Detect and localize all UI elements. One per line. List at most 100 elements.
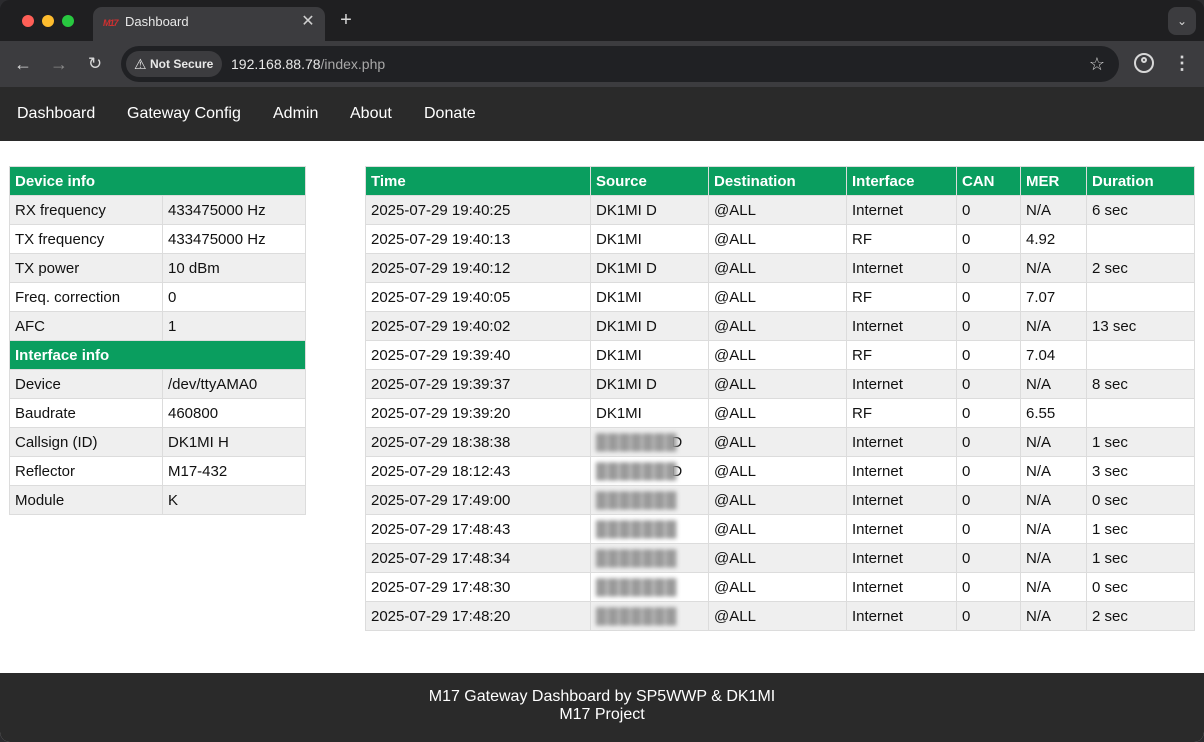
info-table: Device info RX frequency 433475000 Hz TX … [9, 166, 306, 515]
log-source: DK1MI [590, 398, 709, 428]
log-source: DK1MI [590, 224, 709, 254]
log-time: 2025-07-29 19:40:12 [365, 253, 591, 283]
log-destination: @ALL [708, 311, 847, 341]
minimize-window-button[interactable] [42, 15, 54, 27]
info-label: Device [9, 369, 163, 399]
table-row: 2025-07-29 18:12:43 ███████D @ALL Internet 0… [365, 456, 1195, 486]
log-time: 2025-07-29 19:39:40 [365, 340, 591, 370]
more-menu-icon[interactable]: ⋮ [1172, 52, 1192, 74]
log-time: 2025-07-29 18:38:38 [365, 427, 591, 457]
tab-dashboard[interactable]: M17 Dashboard ✕ [93, 7, 325, 41]
m17-favicon-icon: M17 [103, 18, 119, 28]
log-interface: Internet [846, 369, 957, 399]
log-body: 2025-07-29 19:40:25 DK1MI D @ALL Internet 0 N… [365, 195, 1195, 631]
table-row: 2025-07-29 19:40:25 DK1MI D @ALL Internet 0 N… [365, 195, 1195, 225]
close-tab-icon[interactable]: ✕ [299, 13, 317, 31]
log-time: 2025-07-29 19:40:25 [365, 195, 591, 225]
log-destination: @ALL [708, 485, 847, 515]
footer-project: M17 Project [559, 706, 645, 723]
url-text[interactable]: 192.168.88.78/index.php [231, 56, 385, 72]
table-row: RX frequency 433475000 Hz [9, 195, 306, 225]
col-source: Source [590, 166, 709, 196]
browser-window: M17 Dashboard ✕ + ⌄ ← → ↻ ⚠ Not Secure 1… [0, 0, 1204, 742]
table-row: Module K [9, 485, 306, 515]
log-destination: @ALL [708, 224, 847, 254]
table-row: Callsign (ID) DK1MI H [9, 427, 306, 457]
log-duration: 0 sec [1086, 572, 1195, 602]
info-label: RX frequency [9, 195, 163, 225]
col-mer: MER [1020, 166, 1087, 196]
info-value: /dev/ttyAMA0 [162, 369, 306, 399]
info-value: K [162, 485, 306, 515]
log-can: 0 [956, 253, 1021, 283]
log-can: 0 [956, 282, 1021, 312]
table-row: Reflector M17-432 [9, 456, 306, 486]
log-duration [1086, 282, 1195, 312]
nav-admin[interactable]: Admin [273, 105, 318, 123]
forward-arrow-icon[interactable]: → [47, 52, 71, 76]
table-row: Device/dev/ttyAMA0 [9, 369, 306, 399]
nav-about[interactable]: About [350, 105, 392, 123]
nav-gateway-config[interactable]: Gateway Config [127, 105, 241, 123]
interface-info-header: Interface info [9, 340, 306, 370]
col-duration: Duration [1086, 166, 1195, 196]
traffic-log-table: Time Source Destination Interface CAN ME… [365, 166, 1195, 631]
log-source: DK1MI D [590, 253, 709, 283]
redacted-callsign: ███████ [596, 520, 678, 538]
log-can: 0 [956, 427, 1021, 457]
log-duration: 6 sec [1086, 195, 1195, 225]
log-mer: N/A [1020, 253, 1087, 283]
log-mer: 4.92 [1020, 224, 1087, 254]
log-duration: 0 sec [1086, 485, 1195, 515]
reload-icon[interactable]: ↻ [83, 52, 107, 76]
log-interface: RF [846, 224, 957, 254]
log-duration: 2 sec [1086, 601, 1195, 631]
info-label: TX power [9, 253, 163, 283]
log-duration: 13 sec [1086, 311, 1195, 341]
table-row: Freq. correction 0 [9, 282, 306, 312]
log-source: ███████ [590, 485, 709, 515]
nav-donate[interactable]: Donate [424, 105, 476, 123]
info-label: TX frequency [9, 224, 163, 254]
info-value: 460800 [162, 398, 306, 428]
log-mer: N/A [1020, 311, 1087, 341]
log-time: 2025-07-29 17:48:30 [365, 572, 591, 602]
page-content: Dashboard Gateway Config Admin About Don… [0, 87, 1204, 742]
log-duration: 1 sec [1086, 543, 1195, 573]
tab-search-chevron-icon[interactable]: ⌄ [1168, 7, 1196, 35]
back-arrow-icon[interactable]: ← [11, 52, 35, 76]
nav-dashboard[interactable]: Dashboard [17, 105, 95, 123]
footer-credits: M17 Gateway Dashboard by SP5WWP & DK1MI [428, 688, 776, 705]
log-interface: Internet [846, 456, 957, 486]
security-chip[interactable]: ⚠ Not Secure [126, 51, 222, 77]
log-duration: 1 sec [1086, 514, 1195, 544]
log-mer: N/A [1020, 572, 1087, 602]
table-row: 2025-07-29 19:40:05 DK1MI @ALL RF 0 7.07 [365, 282, 1195, 312]
info-label: Reflector [9, 456, 163, 486]
log-interface: Internet [846, 543, 957, 573]
log-interface: RF [846, 282, 957, 312]
log-duration: 8 sec [1086, 369, 1195, 399]
profile-icon[interactable] [1134, 53, 1154, 73]
log-mer: N/A [1020, 369, 1087, 399]
new-tab-icon[interactable]: + [336, 9, 356, 31]
log-destination: @ALL [708, 398, 847, 428]
log-can: 0 [956, 195, 1021, 225]
log-duration [1086, 398, 1195, 428]
close-window-button[interactable] [22, 15, 34, 27]
log-destination: @ALL [708, 572, 847, 602]
log-can: 0 [956, 398, 1021, 428]
security-label: Not Secure [150, 57, 214, 71]
log-duration: 3 sec [1086, 456, 1195, 486]
table-row: TX power 10 dBm [9, 253, 306, 283]
table-row: 2025-07-29 19:39:37 DK1MI D @ALL Internet 0 N… [365, 369, 1195, 399]
info-value: 1 [162, 311, 306, 341]
log-destination: @ALL [708, 427, 847, 457]
bookmark-star-icon[interactable]: ☆ [1089, 53, 1105, 75]
log-destination: @ALL [708, 514, 847, 544]
log-interface: Internet [846, 485, 957, 515]
address-bar[interactable]: ⚠ Not Secure 192.168.88.78/index.php ☆ [121, 46, 1119, 82]
maximize-window-button[interactable] [62, 15, 74, 27]
log-can: 0 [956, 514, 1021, 544]
log-source: DK1MI [590, 282, 709, 312]
